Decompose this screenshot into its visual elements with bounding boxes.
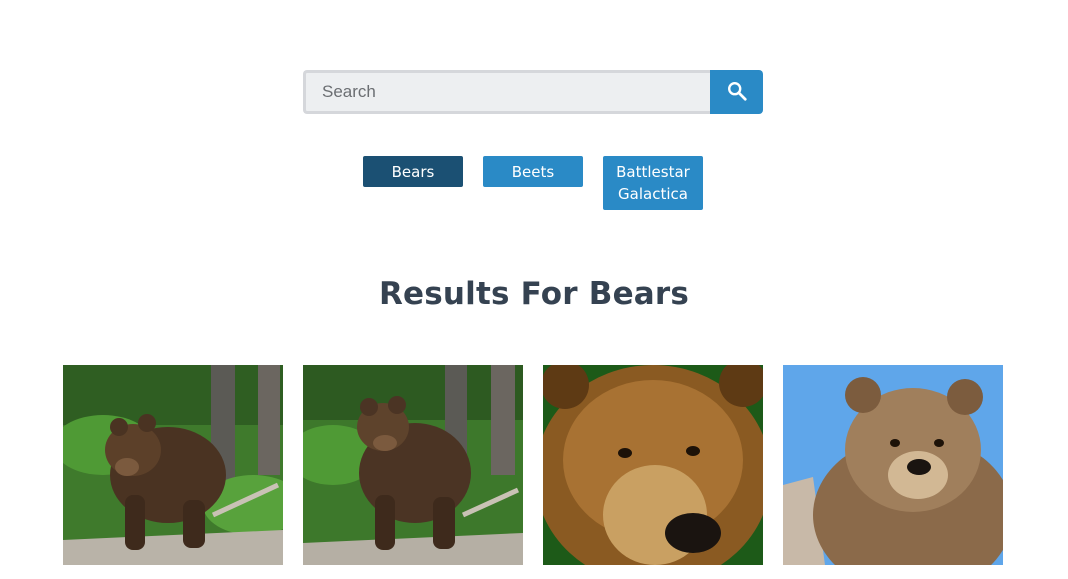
result-image[interactable] <box>783 365 1003 565</box>
search-icon <box>726 80 748 105</box>
topic-button-beets[interactable]: Beets <box>483 156 583 187</box>
result-image[interactable] <box>543 365 763 565</box>
search-input[interactable] <box>303 70 710 114</box>
topic-button-battlestar-galactica[interactable]: Battlestar Galactica <box>603 156 703 210</box>
results-heading: Results For Bears <box>378 276 690 312</box>
search-form <box>303 70 763 114</box>
result-image[interactable] <box>303 365 523 565</box>
topic-button-bears[interactable]: Bears <box>363 156 463 187</box>
result-image[interactable] <box>63 365 283 565</box>
search-button[interactable] <box>710 70 763 114</box>
